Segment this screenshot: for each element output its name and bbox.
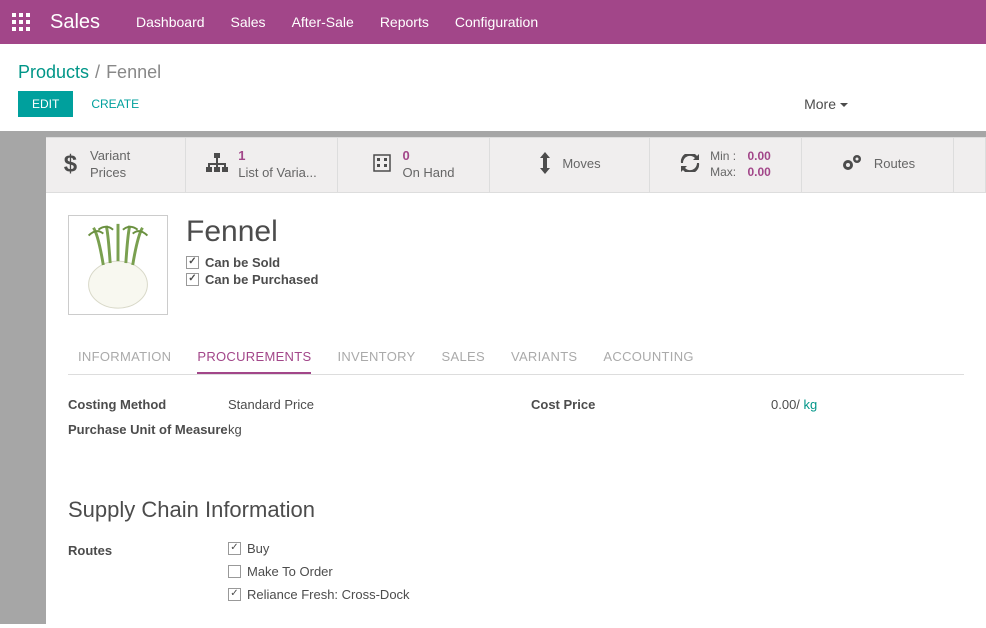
action-row: EDIT CREATE More	[0, 91, 986, 131]
nav-reports[interactable]: Reports	[380, 14, 429, 30]
tab-accounting[interactable]: ACCOUNTING	[603, 341, 693, 374]
stat-moves[interactable]: Moves	[490, 138, 650, 192]
stat-label: Routes	[874, 156, 915, 173]
route-crossdock-checkbox[interactable]	[228, 588, 241, 601]
min-label: Min :	[710, 149, 744, 165]
routes-section: Routes Buy Make To Order Reliance Fresh:…	[68, 541, 964, 602]
tab-sales[interactable]: SALES	[442, 341, 485, 374]
building-icon	[372, 153, 392, 176]
cogs-icon	[840, 153, 864, 176]
route-crossdock-label: Reliance Fresh: Cross-Dock	[247, 587, 410, 602]
stat-label: On Hand	[402, 165, 454, 182]
form-area: Fennel Can be Sold Can be Purchased INFO…	[46, 193, 986, 624]
routes-label: Routes	[68, 541, 228, 602]
breadcrumb: Products / Fennel	[0, 44, 986, 91]
tab-inventory[interactable]: INVENTORY	[337, 341, 415, 374]
stat-num: 1	[238, 148, 317, 165]
sitemap-icon	[206, 153, 228, 176]
tab-variants[interactable]: VARIANTS	[511, 341, 577, 374]
procurement-fields: Costing Method Standard Price Purchase U…	[68, 397, 964, 447]
product-name: Fennel	[186, 215, 318, 249]
content-wrap: $ Variant Prices 1 List of Varia... 0	[0, 131, 986, 624]
stat-list-variants[interactable]: 1 List of Varia...	[186, 138, 338, 192]
svg-text:$: $	[64, 151, 78, 175]
apps-icon[interactable]	[12, 13, 30, 31]
nav-dashboard[interactable]: Dashboard	[136, 14, 205, 30]
route-mto-checkbox[interactable]	[228, 565, 241, 578]
arrows-vertical-icon	[538, 152, 552, 177]
tabs: INFORMATION PROCUREMENTS INVENTORY SALES…	[68, 341, 964, 375]
stat-variant-prices[interactable]: $ Variant Prices	[46, 138, 186, 192]
costing-method-value: Standard Price	[228, 397, 314, 412]
more-label: More	[804, 96, 836, 112]
nav-configuration[interactable]: Configuration	[455, 14, 538, 30]
stat-label: Variant Prices	[90, 148, 169, 182]
cost-price-label: Cost Price	[531, 397, 691, 412]
route-buy-label: Buy	[247, 541, 269, 556]
stat-bar: $ Variant Prices 1 List of Varia... 0	[46, 137, 986, 193]
min-value: 0.00	[747, 149, 770, 165]
costing-method-label: Costing Method	[68, 397, 228, 412]
content-inner: $ Variant Prices 1 List of Varia... 0	[46, 137, 986, 624]
stat-label: List of Varia...	[238, 165, 317, 182]
edit-button[interactable]: EDIT	[18, 91, 73, 117]
route-mto-label: Make To Order	[247, 564, 333, 579]
stat-num: 0	[402, 148, 454, 165]
topbar: Sales Dashboard Sales After-Sale Reports…	[0, 0, 986, 44]
tab-procurements[interactable]: PROCUREMENTS	[197, 341, 311, 374]
purchase-uom-label: Purchase Unit of Measure	[68, 422, 228, 437]
breadcrumb-separator: /	[95, 62, 100, 83]
stat-label: Moves	[562, 156, 600, 173]
max-value: 0.00	[747, 165, 770, 181]
can-be-purchased-checkbox[interactable]	[186, 273, 199, 286]
cost-price-value: 0.00/	[771, 397, 804, 412]
purchase-uom-value: kg	[228, 422, 242, 437]
can-be-sold-label: Can be Sold	[205, 255, 280, 270]
supply-chain-title: Supply Chain Information	[68, 497, 964, 523]
more-button[interactable]: More	[804, 96, 848, 112]
can-be-purchased-label: Can be Purchased	[205, 272, 318, 287]
max-label: Max:	[710, 165, 744, 181]
nav-sales[interactable]: Sales	[231, 14, 266, 30]
cost-price-unit[interactable]: kg	[804, 397, 818, 412]
tab-information[interactable]: INFORMATION	[78, 341, 171, 374]
create-button[interactable]: CREATE	[91, 97, 139, 111]
route-buy-checkbox[interactable]	[228, 542, 241, 555]
stat-minmax[interactable]: Min : 0.00 Max: 0.00	[650, 138, 802, 192]
product-image[interactable]	[68, 215, 168, 315]
breadcrumb-current: Fennel	[106, 62, 161, 83]
app-brand: Sales	[50, 11, 100, 34]
dollar-icon: $	[62, 151, 80, 178]
chevron-down-icon	[840, 96, 848, 112]
stat-on-hand[interactable]: 0 On Hand	[338, 138, 490, 192]
breadcrumb-products[interactable]: Products	[18, 62, 89, 83]
top-nav: Dashboard Sales After-Sale Reports Confi…	[136, 14, 538, 30]
stat-routes[interactable]: Routes	[802, 138, 954, 192]
nav-after-sale[interactable]: After-Sale	[292, 14, 354, 30]
can-be-sold-checkbox[interactable]	[186, 256, 199, 269]
refresh-icon	[680, 154, 700, 175]
